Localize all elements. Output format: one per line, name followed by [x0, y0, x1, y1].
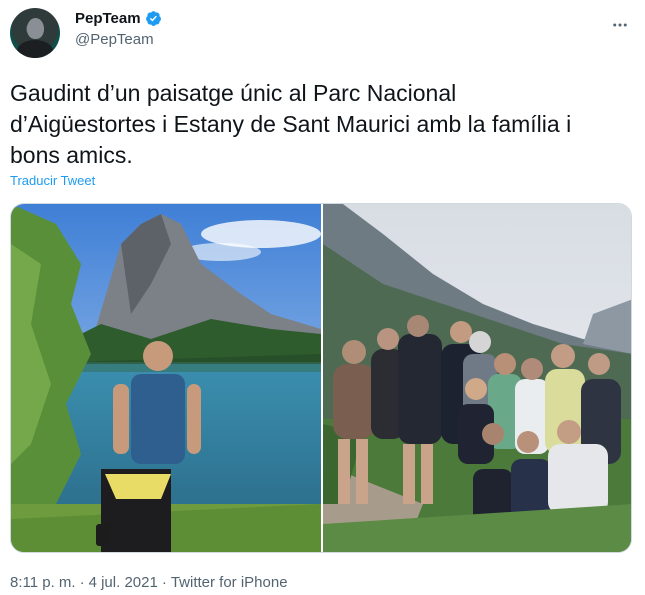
- group-photo[interactable]: [323, 204, 631, 552]
- mountain-lake-image: [11, 204, 321, 552]
- tweet-time[interactable]: 8:11 p. m.: [10, 574, 76, 591]
- verified-badge-icon: [145, 11, 161, 26]
- display-name-text[interactable]: PepTeam: [75, 10, 141, 27]
- author-info: PepTeam @PepTeam: [75, 10, 162, 48]
- tweet-source[interactable]: Twitter for iPhone: [171, 574, 288, 591]
- tweet-footer: 8:11 p. m. · 4 jul. 2021 · Twitter for i…: [10, 574, 288, 591]
- avatar-head: [27, 18, 44, 39]
- avatar-shoulders: [17, 40, 53, 58]
- translate-tweet-link[interactable]: Traducir Tweet: [10, 173, 95, 188]
- tweet-date[interactable]: 4 jul. 2021: [89, 574, 158, 591]
- tweet-media: [10, 203, 632, 553]
- tweet-text-line: Gaudint d’un paisatge únic al Parc Nacio…: [10, 80, 457, 106]
- tweet-text: Gaudint d’un paisatge únic al Parc Nacio…: [10, 78, 610, 171]
- author-handle[interactable]: @PepTeam: [75, 31, 162, 48]
- tweet-text-line: bons amics.: [10, 142, 133, 168]
- profile-avatar[interactable]: [10, 8, 60, 58]
- more-dots-icon: [613, 23, 627, 27]
- mountain-lake-photo[interactable]: [11, 204, 321, 552]
- tweet-text-line: d’Aigüestortes i Estany de Sant Maurici …: [10, 111, 572, 137]
- separator: ·: [79, 574, 85, 591]
- group-photo-image: [323, 204, 631, 552]
- author-display-name[interactable]: PepTeam: [75, 10, 162, 27]
- separator: ·: [161, 574, 167, 591]
- tweet-header: PepTeam @PepTeam: [10, 8, 635, 60]
- more-options-icon[interactable]: [609, 14, 631, 36]
